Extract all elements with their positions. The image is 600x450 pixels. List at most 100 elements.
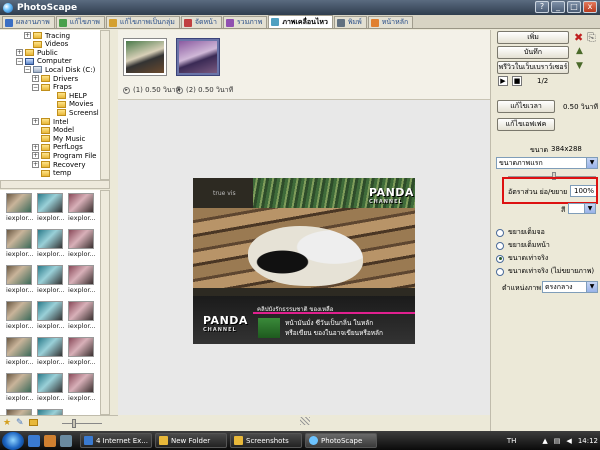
position-select[interactable]: ตรงกลาง ▼ <box>542 281 598 293</box>
expand-icon[interactable]: + <box>32 161 39 168</box>
thumbnail-item[interactable]: iexplor... <box>37 193 65 223</box>
radio-actual-size[interactable]: ขนาดเท่าจริง <box>496 253 548 264</box>
delete-all-icon[interactable]: ⎘ <box>587 32 596 43</box>
resize-grip[interactable] <box>300 417 310 425</box>
thumbnail-item[interactable]: iexplor... <box>37 265 65 295</box>
folder-icon[interactable] <box>29 419 38 426</box>
expand-icon[interactable]: − <box>24 66 31 74</box>
clock[interactable]: 14:12 <box>578 437 598 445</box>
move-up-icon[interactable]: ▲ <box>576 46 583 57</box>
radio-actual-no-enlarge[interactable]: ขนาดเท่าจริง (ไม่ขยายภาพ) <box>496 266 594 277</box>
tab-batch-editor[interactable]: แก้ไขภาพเป็นกลุ่ม <box>105 16 180 28</box>
tree-h-scrollbar[interactable] <box>0 180 110 189</box>
thumbnail-item[interactable]: iexplor... <box>6 373 34 403</box>
expand-icon[interactable]: + <box>32 75 39 82</box>
maximize-button[interactable]: □ <box>567 1 581 13</box>
photo-watermark: true vis <box>213 190 236 197</box>
thumbnail-item[interactable]: iexplor... <box>68 229 96 259</box>
radio-fit-page[interactable]: ขยายเต็มหน้า <box>496 240 550 251</box>
photo-subtitle-1: คลิปบังรักธรรมชาติ ของเหลือ <box>257 306 334 313</box>
chevron-up-icon[interactable]: ▲ <box>542 437 547 445</box>
thumbnail-item[interactable]: iexplor... <box>37 373 65 403</box>
tree-item-label: Model <box>53 126 75 135</box>
radio-dot <box>496 267 504 276</box>
tree-scrollbar[interactable] <box>100 30 110 180</box>
radio-fit-screen[interactable]: ขยายเต็มจอ <box>496 227 545 238</box>
frame-thumb-2[interactable] <box>176 38 220 76</box>
language-indicator[interactable]: TH <box>507 437 517 445</box>
expand-icon[interactable]: − <box>16 57 23 65</box>
network-icon[interactable]: ▤ <box>554 437 561 445</box>
color-label: สี <box>561 206 566 214</box>
tab-print[interactable]: พิมพ์ <box>333 16 367 28</box>
expand-icon[interactable]: − <box>32 83 39 91</box>
taskbar: 4 Internet Ex... New Folder Screenshots … <box>0 431 600 450</box>
media-quicklaunch-icon[interactable] <box>44 434 56 447</box>
expand-icon[interactable]: + <box>32 118 39 125</box>
minimize-button[interactable]: _ <box>551 1 565 13</box>
add-button[interactable]: เพิ่ม <box>497 31 569 44</box>
thumbnail-item[interactable]: iexplor... <box>6 337 34 367</box>
move-down-icon[interactable]: ▼ <box>576 61 583 72</box>
thumbnail-item[interactable]: iexplor... <box>68 337 96 367</box>
ie-quicklaunch-icon[interactable] <box>28 434 40 447</box>
taskbar-item-photoscape[interactable]: PhotoScape <box>305 433 377 448</box>
tab-page[interactable]: จัดหน้า <box>180 16 222 28</box>
taskbar-item-new-folder[interactable]: New Folder <box>155 433 227 448</box>
tree-item[interactable]: temp <box>32 169 71 178</box>
expand-icon[interactable]: + <box>16 49 23 57</box>
tab-animated-gif[interactable]: ภาพเคลื่อนไหว <box>268 15 333 28</box>
thumbnail-item[interactable]: iexplor... <box>37 301 65 331</box>
tools-icon[interactable]: ✎ <box>16 418 24 428</box>
change-effect-button[interactable]: แก้ไขเอฟเฟค <box>497 118 555 131</box>
thumbnail-item[interactable]: iexplor... <box>37 337 65 367</box>
folder-tree[interactable]: + Tracing Videos + Public − Computer − Local Dis… <box>0 30 110 180</box>
delete-icon[interactable]: ✖ <box>574 32 583 43</box>
frame-label-1[interactable]: ▸ (1) 0.50 วินาที <box>123 85 180 96</box>
tree-item-label: Intel <box>53 117 69 126</box>
zoom-slider[interactable] <box>62 423 102 424</box>
expand-icon[interactable]: + <box>24 32 31 39</box>
thumbnail-scrollbar[interactable] <box>100 190 110 415</box>
expand-icon[interactable]: + <box>32 152 39 160</box>
thumbnail-list[interactable]: iexplor... iexplor... iexplor... iexplor...… <box>0 190 100 415</box>
size-select[interactable]: ขนาดภาพแรก ▼ <box>496 157 598 169</box>
change-time-button[interactable]: แก้ไขเวลา <box>497 100 555 113</box>
thumbnail-caption: iexplor... <box>6 358 34 366</box>
play-button[interactable]: ▶ <box>498 76 508 86</box>
tab-home[interactable]: หน้าหลัก <box>367 16 414 28</box>
taskbar-item-screenshots[interactable]: Screenshots <box>230 433 302 448</box>
thumbnail-item[interactable]: iexplor... <box>6 229 34 259</box>
thumbnail-item[interactable]: iexplor... <box>68 373 96 403</box>
thumbnail-caption: iexplor... <box>68 322 96 330</box>
expand-icon[interactable]: + <box>32 143 39 151</box>
volume-icon[interactable]: ◀ <box>566 437 571 445</box>
stop-button[interactable]: ■ <box>512 76 522 86</box>
frame-label-2[interactable]: ▸ (2) 0.50 วินาที <box>176 85 233 96</box>
help-button[interactable]: ? <box>535 1 549 13</box>
ie-icon <box>84 436 93 445</box>
thumbnail-item[interactable]: iexplor... <box>68 193 96 223</box>
tab-editor[interactable]: แก้ไขภาพ <box>55 16 105 28</box>
thumbnail-item[interactable]: iexplor... <box>68 265 96 295</box>
radio-dot <box>496 254 504 263</box>
color-picker[interactable]: ▼ <box>568 203 596 214</box>
start-button[interactable] <box>2 431 24 450</box>
thumbnail-item[interactable]: iexplor... <box>37 229 65 259</box>
preview-browser-button[interactable]: พรีวิวในเว็บเบราว์เซอร์ <box>497 61 569 74</box>
frame-thumb-1[interactable] <box>123 38 167 76</box>
tab-viewer[interactable]: ผลงานภาพ <box>2 16 55 28</box>
show-desktop-icon[interactable] <box>60 434 72 447</box>
thumbnail-item[interactable]: iexplor... <box>6 193 34 223</box>
zoom-slider-thumb[interactable] <box>72 419 76 428</box>
save-button[interactable]: บันทึก <box>497 46 569 59</box>
radio-dot <box>496 241 504 250</box>
tab-combine[interactable]: รวมภาพ <box>222 16 268 28</box>
thumbnail-item[interactable]: iexplor... <box>68 301 96 331</box>
thumbnail-item[interactable]: iexplor... <box>6 301 34 331</box>
star-icon[interactable]: ★ <box>3 418 11 428</box>
thumbnail-item[interactable]: iexplor... <box>6 265 34 295</box>
play-icon: ▸ <box>123 87 130 94</box>
taskbar-item-ie[interactable]: 4 Internet Ex... <box>80 433 152 448</box>
close-button[interactable]: x <box>583 1 597 13</box>
